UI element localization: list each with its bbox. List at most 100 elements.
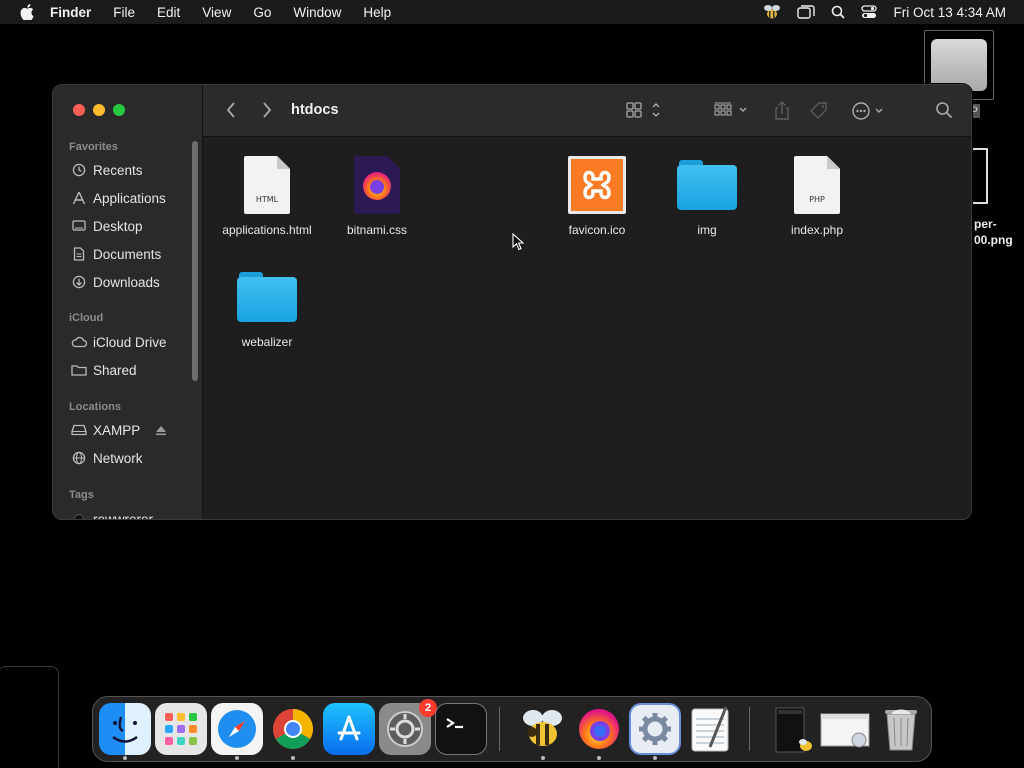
search-button[interactable] [935,101,953,119]
sidebar-scrollbar[interactable] [192,141,198,381]
menu-app-name[interactable]: Finder [50,5,91,20]
sidebar-item-label: rewwrerer [93,511,154,520]
finder-window: Favorites Recents Applications Desktop D… [52,84,972,520]
xampp-bee-status-icon[interactable] [763,4,781,20]
sidebar-item-downloads[interactable]: Downloads [71,272,160,292]
clock-icon [71,162,87,178]
dock-app-store-icon[interactable] [323,703,375,755]
dock-trash-icon[interactable] [875,703,927,755]
chevron-left-icon [226,102,235,118]
sidebar-item-label: Desktop [93,218,143,234]
dock-terminal-icon[interactable] [435,703,487,755]
sidebar-item-label: Network [93,450,143,466]
dock-separator [749,707,750,751]
file-item-webalizer-folder[interactable]: webalizer [212,265,322,349]
eject-icon[interactable] [155,423,167,441]
more-actions-button[interactable] [851,101,887,121]
zoom-window-button[interactable] [113,104,125,116]
folder-icon [675,153,739,217]
menu-help[interactable]: Help [363,5,391,20]
dock-xampp-manager-icon[interactable] [629,703,681,755]
back-button[interactable] [225,101,237,119]
dock-recent-window-1[interactable] [765,703,817,755]
share-icon [775,101,789,120]
file-name: index.php [790,223,844,237]
icon-grid-view-icon [626,102,660,118]
menu-bar-extras: Fri Oct 13 4:34 AM [763,0,1024,24]
menu-window[interactable]: Window [293,5,341,20]
dock-finder-icon[interactable] [99,703,151,755]
close-window-button[interactable] [73,104,85,116]
sidebar-item-label: Downloads [93,274,160,290]
sidebar-item-applications[interactable]: Applications [71,188,166,208]
php-file-icon: PHP [785,153,849,217]
dock-textedit-icon[interactable] [685,703,737,755]
sidebar-item-recents[interactable]: Recents [71,160,143,180]
sidebar-item-label: Documents [93,246,162,262]
menu-clock[interactable]: Fri Oct 13 4:34 AM [893,5,1006,20]
dock-recent-window-2[interactable] [819,703,871,755]
search-icon [936,102,953,119]
dock-running-indicator [541,756,545,760]
group-by-button[interactable] [713,101,753,119]
desktop-png-thumbnail[interactable] [972,148,988,204]
sidebar-item-desktop[interactable]: Desktop [71,216,143,236]
tag-icon [810,102,827,119]
menu-file[interactable]: File [113,5,135,20]
sidebar-item-label: Shared [93,362,137,378]
ellipsis-circle-icon [852,102,883,120]
sidebar-item-network[interactable]: Network [71,448,143,468]
menu-edit[interactable]: Edit [157,5,180,20]
file-item-applications-html[interactable]: HTML applications.html [212,153,322,237]
stage-manager-panel[interactable] [0,666,59,768]
dock-running-indicator [653,756,657,760]
dock-safari-icon[interactable] [211,703,263,755]
window-stack-icon[interactable] [797,5,816,19]
finder-sidebar: Favorites Recents Applications Desktop D… [53,85,203,519]
desktop-icon [71,218,87,234]
file-item-bitnami-css[interactable]: bitnami.css [322,153,432,237]
file-name: bitnami.css [346,223,408,237]
sidebar-item-label: Recents [93,162,143,178]
file-name: webalizer [241,335,293,349]
forward-button[interactable] [261,101,273,119]
sidebar-item-shared[interactable]: Shared [71,360,137,380]
sidebar-item-icloud-drive[interactable]: iCloud Drive [71,332,167,352]
menu-view[interactable]: View [202,5,231,20]
apple-menu-icon[interactable] [18,3,36,21]
share-button[interactable] [773,101,791,121]
spotlight-search-icon[interactable] [831,5,846,19]
dock-separator [499,707,500,751]
sidebar-item-label: Applications [93,190,166,206]
sidebar-item-documents[interactable]: Documents [71,244,161,264]
html-file-icon: HTML [235,153,299,217]
file-item-favicon-ico[interactable]: favicon.ico [542,153,652,237]
dock-launchpad-icon[interactable] [155,703,207,755]
cloud-icon [71,334,87,350]
dock-system-settings-icon[interactable]: 2 [379,699,437,755]
control-center-icon[interactable] [861,5,878,19]
mouse-pointer-icon [512,232,525,256]
sidebar-item-xampp[interactable]: XAMPP [71,420,140,440]
file-type-tag: PHP [809,195,825,204]
folder-icon [235,265,299,329]
sidebar-item-tag[interactable]: rewwrerer [71,509,154,520]
tag-dot-icon [71,511,87,519]
dock-firefox-icon[interactable] [573,703,625,755]
file-browser-content[interactable]: HTML applications.html bitnami.css favic… [203,137,971,519]
tags-button[interactable] [809,101,829,121]
file-name: favicon.ico [568,223,626,237]
dock-running-indicator [123,756,127,760]
view-mode-button[interactable] [625,101,665,119]
dock-running-indicator [291,756,295,760]
dock-xampp-bee-icon[interactable] [517,703,569,755]
sidebar-section-favorites: Favorites [69,141,118,153]
file-name: img [697,223,717,237]
file-item-img-folder[interactable]: img [652,153,762,237]
menu-go[interactable]: Go [253,5,271,20]
minimize-window-button[interactable] [93,104,105,116]
file-item-index-php[interactable]: PHP index.php [762,153,872,237]
firefox-document-icon [345,153,409,217]
dock-chrome-icon[interactable] [267,703,319,755]
sidebar-section-icloud: iCloud [69,312,104,324]
